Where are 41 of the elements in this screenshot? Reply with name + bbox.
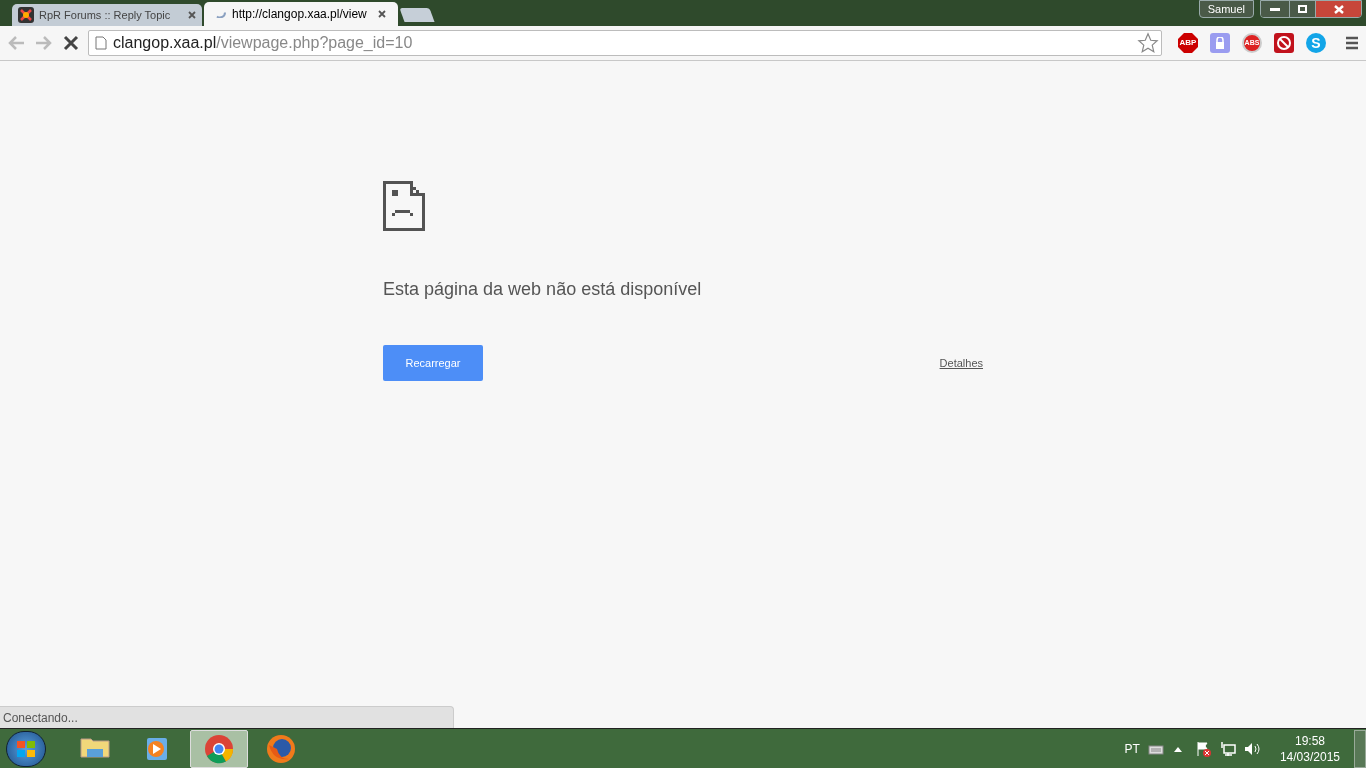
favicon-icon bbox=[18, 7, 34, 23]
menu-icon[interactable] bbox=[1344, 35, 1360, 51]
network-icon[interactable] bbox=[1219, 741, 1236, 756]
blocked-extension-icon[interactable] bbox=[1274, 33, 1294, 53]
stop-button[interactable] bbox=[62, 35, 80, 51]
status-bubble: Conectando... bbox=[0, 706, 454, 728]
chrome-icon bbox=[203, 732, 235, 765]
clock-date[interactable]: 14/03/2015 bbox=[1279, 748, 1340, 765]
new-tab-button[interactable] bbox=[399, 8, 435, 22]
windows-logo-icon bbox=[16, 739, 36, 758]
close-icon bbox=[1333, 4, 1344, 14]
volume-icon[interactable] bbox=[1243, 741, 1260, 756]
profile-button[interactable]: Samuel bbox=[1198, 0, 1254, 18]
language-indicator[interactable]: PT bbox=[1124, 739, 1140, 758]
close-tab-icon[interactable] bbox=[188, 11, 196, 19]
star-icon[interactable] bbox=[1137, 32, 1159, 54]
loading-spinner-icon bbox=[216, 10, 226, 18]
start-button[interactable] bbox=[6, 730, 46, 767]
address-bar[interactable]: clangop.xaa.pl/viewpage.php?page_id=10 bbox=[88, 30, 1162, 56]
lock-icon bbox=[1215, 37, 1225, 49]
firefox-icon bbox=[265, 732, 297, 765]
restore-button[interactable] bbox=[1289, 1, 1315, 17]
error-title: Esta página da web não está disponível bbox=[383, 278, 703, 301]
browser-tab[interactable]: http://clangop.xaa.pl/view bbox=[204, 2, 398, 26]
browser-tab[interactable]: RpR Forums :: Reply Topic bbox=[12, 4, 202, 26]
taskbar-button[interactable] bbox=[190, 729, 248, 768]
minimize-button[interactable] bbox=[1261, 1, 1289, 17]
sad-page-icon bbox=[383, 181, 425, 231]
close-tab-icon[interactable] bbox=[378, 10, 386, 18]
flag-error-icon[interactable] bbox=[1195, 740, 1212, 757]
details-link[interactable]: Detalhes bbox=[939, 354, 983, 372]
reload-button[interactable]: Recarregar bbox=[383, 345, 483, 381]
close-button[interactable] bbox=[1315, 1, 1361, 17]
tab-title: RpR Forums :: Reply Topic bbox=[39, 7, 172, 23]
keyboard-icon[interactable] bbox=[1147, 742, 1164, 755]
page-icon bbox=[95, 36, 107, 50]
tab-title: http://clangop.xaa.pl/view bbox=[232, 6, 368, 23]
adblock-plus-extension[interactable]: ABP bbox=[1178, 33, 1198, 53]
clock-time[interactable]: 19:58 bbox=[1294, 732, 1325, 749]
show-hidden-icons-icon[interactable] bbox=[1173, 745, 1182, 752]
show-desktop-button[interactable] bbox=[1354, 729, 1366, 768]
